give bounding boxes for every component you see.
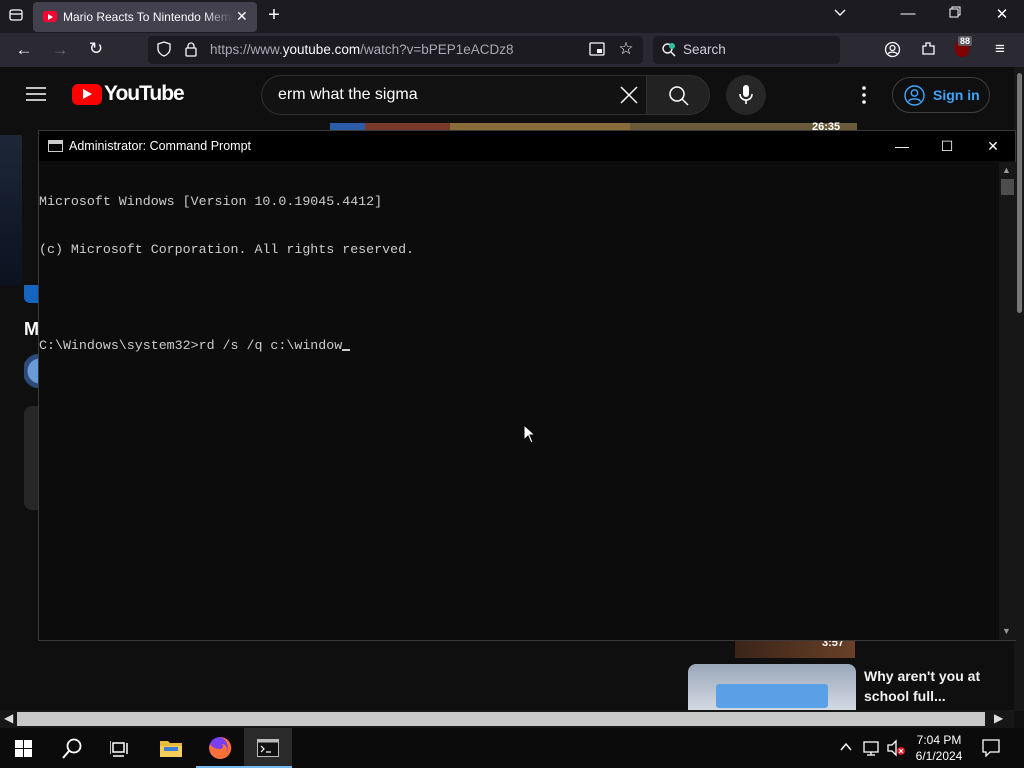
scroll-right-icon[interactable]: ▶ <box>994 711 1003 725</box>
cmd-window-title: Administrator: Command Prompt <box>69 139 252 153</box>
clock-time: 7:04 PM <box>916 733 962 747</box>
youtube-logo-icon[interactable] <box>72 84 102 105</box>
notification-center-icon[interactable] <box>982 739 1000 762</box>
scrollbar-thumb[interactable] <box>17 712 985 726</box>
cmd-vertical-scrollbar[interactable]: ▲ ▼ <box>999 162 1016 640</box>
console-input-line[interactable]: C:\Windows\system32>rd /s /q c:\window <box>39 338 999 354</box>
more-options-icon[interactable] <box>862 86 866 109</box>
video-thumbnail[interactable] <box>688 664 856 714</box>
scroll-down-icon[interactable]: ▼ <box>1002 626 1011 636</box>
side-blue-accent <box>24 285 38 303</box>
task-view-button[interactable] <box>96 728 144 768</box>
search-placeholder: Search <box>683 42 726 57</box>
cmd-title-bar[interactable]: Administrator: Command Prompt — ☐ ✕ <box>39 131 1015 161</box>
console-line: Microsoft Windows [Version 10.0.19045.44… <box>39 194 383 209</box>
url-path: /watch?v=bPEP1eACDz8 <box>360 42 514 57</box>
youtube-wordmark[interactable]: YouTube <box>104 82 185 106</box>
command-prompt-taskbar-icon[interactable] <box>244 728 292 768</box>
tab-list-icon[interactable] <box>6 7 26 27</box>
clock-date: 6/1/2024 <box>915 749 963 763</box>
lock-icon[interactable] <box>184 41 198 62</box>
back-icon[interactable]: ← <box>14 40 34 60</box>
thumbnail-notification-graphic <box>716 684 828 708</box>
sign-in-label: Sign in <box>933 87 980 103</box>
scroll-up-icon[interactable]: ▲ <box>1002 165 1011 175</box>
cmd-maximize-button[interactable]: ☐ <box>924 131 970 161</box>
chevron-down-icon[interactable] <box>830 6 850 24</box>
bookmark-star-icon[interactable]: ☆ <box>616 39 636 59</box>
cmd-minimize-button[interactable]: — <box>879 131 925 161</box>
scrollbar-thumb[interactable] <box>1017 73 1022 313</box>
new-tab-icon[interactable]: + <box>264 5 284 25</box>
command-prompt-window[interactable]: Administrator: Command Prompt — ☐ ✕ Micr… <box>38 130 1016 641</box>
restore-browser-button[interactable] <box>945 5 965 22</box>
account-icon[interactable] <box>884 41 901 63</box>
console-command: C:\Windows\system32>rd /s /q c:\window <box>39 338 343 353</box>
video-title[interactable]: Why aren't you at school full... <box>864 666 1004 706</box>
minimize-browser-button[interactable]: — <box>898 5 918 22</box>
console-line: (c) Microsoft Corporation. All rights re… <box>39 242 415 257</box>
cmd-scrollbar-thumb[interactable] <box>1001 179 1014 195</box>
volume-muted-icon[interactable] <box>886 739 906 762</box>
youtube-search-button[interactable] <box>646 75 710 115</box>
system-clock[interactable]: 7:04 PM 6/1/2024 <box>906 732 972 764</box>
show-hidden-icons-button[interactable] <box>839 740 853 759</box>
network-icon[interactable] <box>862 739 880 762</box>
voice-search-button[interactable] <box>726 75 766 115</box>
firefox-taskbar-icon[interactable] <box>196 728 244 768</box>
side-thumbnail[interactable] <box>0 135 22 285</box>
browser-search-box[interactable]: Search <box>653 36 840 64</box>
cmd-console-output[interactable]: Microsoft Windows [Version 10.0.19045.44… <box>39 162 999 640</box>
start-button[interactable] <box>0 728 48 768</box>
clear-search-icon[interactable] <box>619 85 639 110</box>
close-tab-icon[interactable]: ✕ <box>236 8 248 25</box>
url-text[interactable]: https://www.youtube.com/watch?v=bPEP1eAC… <box>210 42 514 57</box>
youtube-favicon-icon <box>43 11 57 22</box>
file-explorer-icon[interactable] <box>147 728 195 768</box>
forward-icon[interactable]: → <box>50 40 70 60</box>
shield-icon[interactable] <box>156 41 172 62</box>
taskbar-search-button[interactable] <box>48 728 96 768</box>
url-domain: youtube.com <box>282 42 361 57</box>
url-prefix: https://www. <box>210 42 283 57</box>
text-cursor <box>342 349 351 351</box>
cmd-close-button[interactable]: ✕ <box>970 131 1016 161</box>
sign-in-button[interactable]: Sign in <box>892 77 990 113</box>
extensions-icon[interactable] <box>920 40 937 62</box>
scroll-left-icon[interactable]: ◀ <box>4 711 13 725</box>
windows-taskbar: 7:04 PM 6/1/2024 <box>0 728 1024 768</box>
menu-icon[interactable]: ≡ <box>990 39 1010 59</box>
tab-title: Mario Reacts To Nintendo Memes <box>63 10 233 24</box>
reload-icon[interactable]: ↻ <box>86 39 106 59</box>
extension-badge: 88 <box>958 36 973 46</box>
page-horizontal-scrollbar[interactable]: ◀ ▶ <box>0 710 1014 728</box>
close-browser-button[interactable]: ✕ <box>992 5 1012 23</box>
side-channel-letter: M <box>24 319 39 339</box>
search-icon <box>661 42 677 63</box>
hamburger-menu-icon[interactable] <box>26 86 46 107</box>
active-tab[interactable]: Mario Reacts To Nintendo Memes ✕ <box>33 2 257 32</box>
picture-in-picture-icon[interactable] <box>589 41 605 62</box>
youtube-search-input[interactable] <box>261 75 647 115</box>
cmd-app-icon[interactable] <box>48 140 63 152</box>
